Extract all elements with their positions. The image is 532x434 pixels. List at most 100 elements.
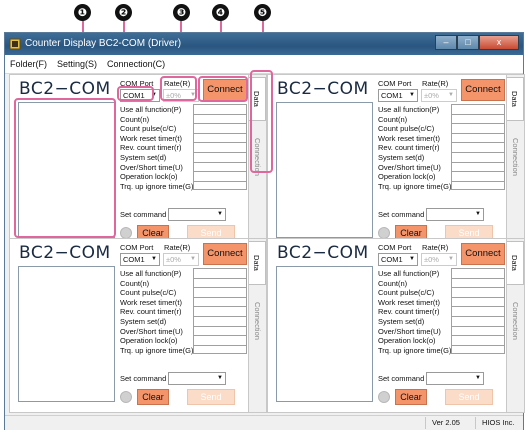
rate-select[interactable]: ±0% ▼ [421, 253, 457, 266]
function-value-field[interactable] [451, 325, 505, 336]
function-row: Count(n) [120, 277, 248, 288]
com-port-label: COM Port [378, 243, 412, 252]
function-row: Operation lock(o) [378, 171, 506, 181]
maximize-button[interactable]: □ [457, 35, 479, 50]
function-value-field[interactable] [193, 287, 247, 297]
chevron-down-icon: ▼ [190, 256, 196, 262]
function-row: Count pulse(c/C) [378, 287, 506, 297]
com-port-select[interactable]: COM1 ▼ [378, 253, 418, 266]
connect-button[interactable]: Connect [461, 79, 505, 101]
function-value-field[interactable] [193, 325, 247, 336]
set-command-label: Set command [378, 374, 425, 383]
function-value-field[interactable] [193, 132, 247, 143]
function-value-field[interactable] [451, 287, 505, 297]
function-value-field[interactable] [193, 315, 247, 326]
panel-tab-strip: Data Connection [248, 239, 266, 412]
function-value-field[interactable] [193, 277, 247, 288]
function-value-field[interactable] [193, 306, 247, 316]
function-row: Rev. count timer(r) [120, 306, 248, 316]
function-value-field[interactable] [193, 142, 247, 152]
function-value-field[interactable] [451, 132, 505, 143]
set-command-select[interactable]: ▼ [168, 372, 226, 385]
function-row: System set(d) [378, 315, 506, 326]
chevron-down-icon: ▼ [217, 375, 223, 381]
function-row: Over/Short time(U) [120, 161, 248, 172]
function-value-field[interactable] [451, 142, 505, 152]
tab-data[interactable]: Data [507, 77, 524, 121]
function-value-field[interactable] [451, 180, 505, 191]
function-value-field[interactable] [451, 268, 505, 278]
title-bar[interactable]: Counter Display BC2-COM (Driver) – □ x [5, 33, 523, 55]
function-row: Rev. count timer(r) [378, 142, 506, 152]
send-button[interactable]: Send [445, 389, 493, 405]
function-value-field[interactable] [193, 161, 247, 172]
rate-select[interactable]: ±0% ▼ [163, 253, 199, 266]
log-display[interactable] [276, 266, 373, 402]
function-value-field[interactable] [451, 296, 505, 307]
function-value-field[interactable] [451, 171, 505, 181]
close-button[interactable]: x [479, 35, 519, 50]
function-value-field[interactable] [451, 277, 505, 288]
function-row: Count pulse(c/C) [120, 287, 248, 297]
tab-connection[interactable]: Connection [507, 289, 524, 353]
function-row: Count(n) [378, 277, 506, 288]
rate-select[interactable]: ±0% ▼ [421, 89, 457, 102]
clear-button[interactable]: Clear [137, 389, 169, 405]
function-row: Rev. count timer(r) [378, 306, 506, 316]
log-display[interactable] [276, 102, 373, 238]
function-value-field[interactable] [193, 335, 247, 345]
menu-connection[interactable]: Connection(C) [102, 59, 170, 69]
clear-button[interactable]: Clear [395, 389, 427, 405]
function-value-field[interactable] [451, 104, 505, 114]
function-value-field[interactable] [451, 161, 505, 172]
chevron-down-icon: ▼ [409, 256, 415, 262]
function-value-field[interactable] [193, 151, 247, 162]
function-value-field[interactable] [193, 123, 247, 133]
callout-3-badge: ❸ [173, 4, 190, 21]
function-value-field[interactable] [193, 113, 247, 124]
function-row: Trq. up ignore time(G) [378, 344, 506, 355]
connect-button[interactable]: Connect [461, 243, 505, 265]
callout-4-badge: ❹ [212, 4, 229, 21]
function-row: Trq. up ignore time(G) [120, 180, 248, 191]
function-row: Count pulse(c/C) [378, 123, 506, 133]
tab-connection[interactable]: Connection [249, 289, 266, 353]
function-value-field[interactable] [451, 113, 505, 124]
minimize-button[interactable]: – [435, 35, 457, 50]
connect-button[interactable]: Connect [203, 243, 247, 265]
function-list: Use all function(P) Count(n) Count pulse… [378, 104, 506, 191]
menu-setting[interactable]: Setting(S) [52, 59, 102, 69]
function-value-field[interactable] [451, 344, 505, 355]
function-value-field[interactable] [451, 306, 505, 316]
function-value-field[interactable] [193, 104, 247, 114]
set-command-label: Set command [120, 210, 167, 219]
tab-data[interactable]: Data [249, 241, 266, 285]
chevron-down-icon: ▼ [217, 211, 223, 217]
set-command-select[interactable]: ▼ [426, 372, 484, 385]
function-value-field[interactable] [193, 180, 247, 191]
com-port-select[interactable]: COM1 ▼ [120, 253, 160, 266]
tab-connection[interactable]: Connection [507, 125, 524, 189]
function-value-field[interactable] [193, 171, 247, 181]
function-value-field[interactable] [193, 296, 247, 307]
chevron-down-icon: ▼ [448, 92, 454, 98]
tab-data[interactable]: Data [507, 241, 524, 285]
function-value-field[interactable] [451, 335, 505, 345]
chevron-down-icon: ▼ [409, 92, 415, 98]
send-button[interactable]: Send [187, 389, 235, 405]
function-value-field[interactable] [193, 344, 247, 355]
menu-folder[interactable]: Folder(F) [5, 59, 52, 69]
function-value-field[interactable] [451, 123, 505, 133]
function-value-field[interactable] [193, 268, 247, 278]
set-command-label: Set command [120, 374, 167, 383]
set-command-select[interactable]: ▼ [426, 208, 484, 221]
function-value-field[interactable] [451, 315, 505, 326]
set-command-select[interactable]: ▼ [168, 208, 226, 221]
version-label: Ver 2.05 [425, 417, 460, 429]
function-row: Over/Short time(U) [120, 325, 248, 336]
panel-logo: BC2−COM [19, 243, 111, 263]
com-port-select[interactable]: COM1 ▼ [378, 89, 418, 102]
chevron-down-icon: ▼ [475, 375, 481, 381]
log-display[interactable] [18, 266, 115, 402]
function-value-field[interactable] [451, 151, 505, 162]
